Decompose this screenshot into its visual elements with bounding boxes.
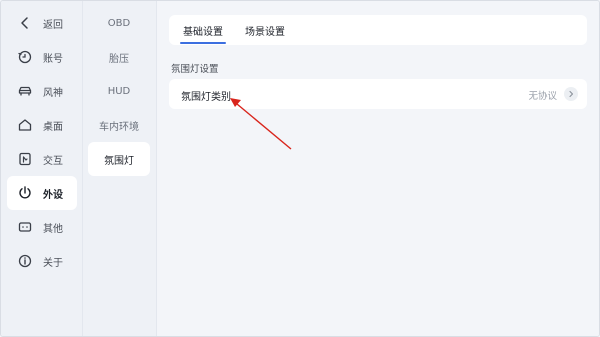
subnav-item-tire-pressure[interactable]: 胎压 [88, 40, 150, 74]
nav-item-label: 风神 [43, 88, 63, 99]
nav-item-interaction[interactable]: 交互 [7, 142, 77, 176]
nav-item-fengshen[interactable]: 风神 [7, 74, 77, 108]
main-content: 基础设置 场景设置 氛围灯设置 氛围灯类别 无协议 [157, 1, 599, 336]
nav-item-label: 交互 [43, 156, 63, 167]
interaction-icon [17, 151, 33, 167]
home-icon [17, 117, 33, 133]
section-title: 氛围灯设置 [171, 64, 219, 75]
info-icon [17, 253, 33, 269]
more-icon [17, 219, 33, 235]
nav-item-desktop[interactable]: 桌面 [7, 108, 77, 142]
account-icon [17, 49, 33, 65]
ambient-light-type-row[interactable]: 氛围灯类别 无协议 [169, 79, 587, 109]
subnav-item-cabin-environment[interactable]: 车内环境 [88, 108, 150, 142]
nav-item-label: 其他 [43, 224, 63, 235]
nav-item-label: 关于 [43, 258, 63, 269]
nav-item-about[interactable]: 关于 [7, 244, 77, 278]
subnav-item-ambient-light[interactable]: 氛围灯 [88, 142, 150, 176]
nav-item-label: 返回 [43, 20, 63, 31]
peripheral-icon [17, 185, 33, 201]
nav-item-label: 外设 [43, 190, 63, 201]
app-window: 返回 账号 风神 桌面 交互 外设 其他 关于 OBD 胎压 HUD 车内环境 … [0, 0, 600, 337]
nav-item-label: 桌面 [43, 122, 63, 133]
nav-item-account[interactable]: 账号 [7, 40, 77, 74]
tab-basic-settings[interactable]: 基础设置 [180, 23, 226, 44]
chevron-right-icon [564, 87, 578, 101]
main-nav: 返回 账号 风神 桌面 交互 外设 其他 关于 [1, 1, 83, 336]
car-icon [17, 83, 33, 99]
subnav-item-hud[interactable]: HUD [88, 74, 150, 108]
nav-item-back[interactable]: 返回 [7, 6, 77, 40]
subnav-item-obd[interactable]: OBD [88, 6, 150, 40]
nav-item-peripheral[interactable]: 外设 [7, 176, 77, 210]
nav-item-label: 账号 [43, 54, 63, 65]
tab-scene-settings[interactable]: 场景设置 [245, 23, 285, 38]
row-value: 无协议 [528, 91, 557, 102]
nav-item-other[interactable]: 其他 [7, 210, 77, 244]
row-label: 氛围灯类别 [181, 92, 231, 103]
tab-bar: 基础设置 场景设置 [169, 15, 587, 45]
sub-nav: OBD 胎压 HUD 车内环境 氛围灯 [83, 1, 157, 336]
chevron-left-icon [17, 15, 33, 31]
